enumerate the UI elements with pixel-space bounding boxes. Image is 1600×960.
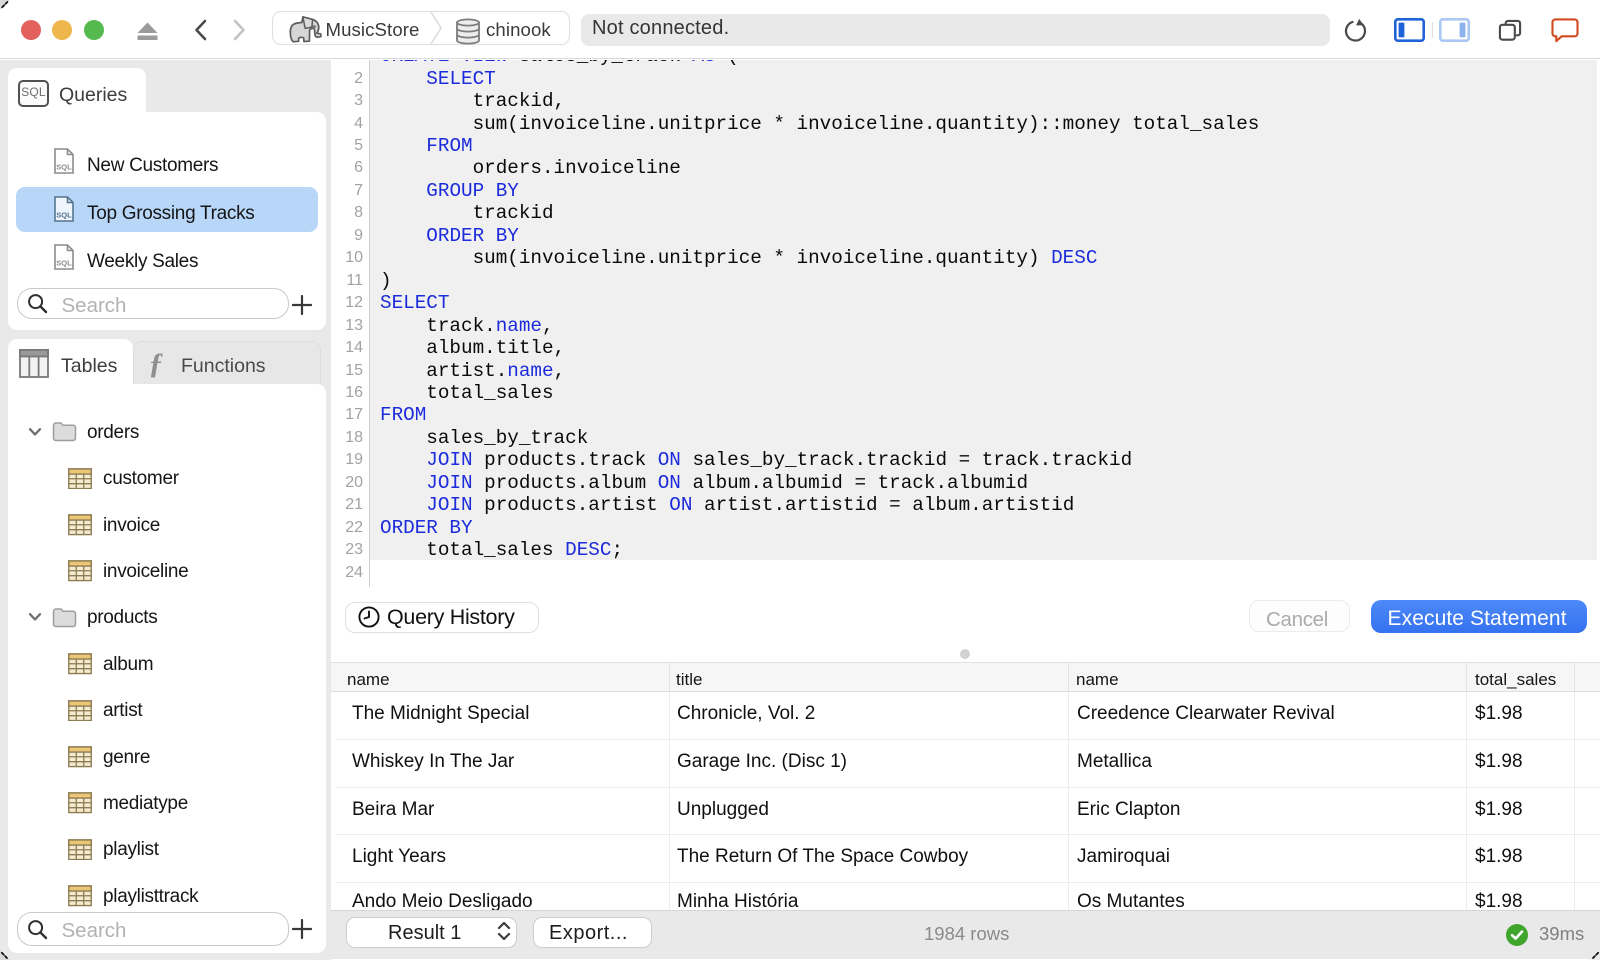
- svg-text:SQL: SQL: [56, 163, 72, 172]
- svg-text:SQL: SQL: [56, 211, 72, 220]
- svg-text:SQL: SQL: [56, 259, 72, 268]
- svg-text:ƒ: ƒ: [149, 347, 164, 380]
- svg-text:SQL: SQL: [21, 85, 46, 99]
